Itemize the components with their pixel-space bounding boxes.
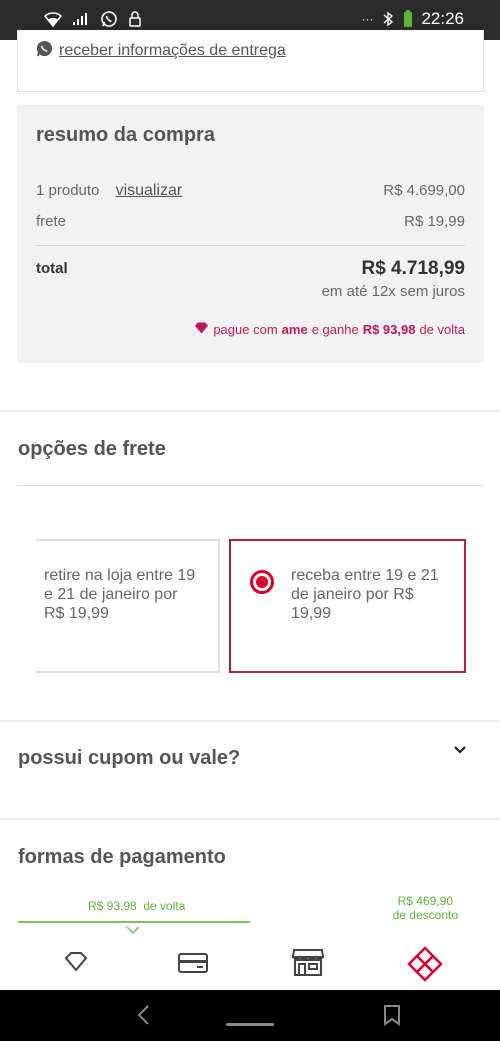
shipping-options-title: opções de frete	[18, 438, 166, 460]
coupon-title[interactable]: possui cupom ou vale?	[18, 747, 240, 770]
installments-text: em até 12x sem juros	[321, 283, 465, 300]
shipping-option-label: receba entre 19 e 21 de janeiro por R$ 1…	[291, 567, 439, 622]
more-indicator: ···	[361, 12, 374, 26]
bluetooth-icon	[381, 11, 395, 27]
recents-icon[interactable]	[383, 1004, 401, 1031]
shipping-value: R$ 19,99	[404, 213, 465, 230]
caret-down-icon	[126, 922, 140, 940]
selected-radio-icon[interactable]	[250, 570, 274, 594]
section-separator	[0, 410, 500, 412]
summary-title: resumo da compra	[36, 124, 215, 146]
cashback-suffix: de volta	[143, 899, 186, 913]
ame-amount: R$ 93,98	[362, 322, 416, 337]
whatsapp-delivery-link[interactable]: receber informações de entrega	[36, 40, 286, 62]
section-separator	[0, 720, 500, 722]
ame-suffix: de volta	[419, 322, 465, 337]
status-time: 22:26	[421, 9, 464, 28]
chevron-down-icon[interactable]	[453, 742, 467, 760]
wifi-icon	[44, 11, 62, 27]
total-value: R$ 4.718,99	[361, 258, 465, 279]
total-label: total	[36, 260, 68, 277]
products-row: 1 produto visualizar R$ 4.699,00	[36, 182, 465, 200]
lock-icon	[128, 11, 142, 27]
discount-label: R$ 469,90 de desconto	[393, 894, 458, 922]
view-products-link[interactable]: visualizar	[116, 182, 183, 199]
purchase-summary: resumo da compra 1 produto visualizar R$…	[17, 105, 484, 363]
shipping-option-label: retire na loja entre 19 e 21 de janeiro …	[44, 567, 196, 622]
summary-divider	[36, 245, 465, 246]
ame-cashback-promo: pague com ame e ganhe R$ 93,98 de volta	[194, 322, 465, 337]
ame-diamond-icon	[194, 322, 209, 337]
signal-icon	[72, 12, 90, 26]
home-icon[interactable]	[226, 1014, 274, 1032]
whatsapp-icon	[36, 40, 53, 62]
system-navigation-bar	[0, 990, 500, 1041]
products-label: 1 produto	[36, 182, 100, 199]
section-separator	[0, 818, 500, 820]
shipping-option-pickup[interactable]: retire na loja entre 19 e 21 de janeiro …	[36, 539, 220, 673]
back-icon[interactable]	[136, 1004, 150, 1031]
battery-icon	[403, 10, 413, 28]
store-icon[interactable]	[291, 948, 325, 981]
products-value: R$ 4.699,00	[383, 182, 465, 199]
discount-suffix: de desconto	[392, 908, 458, 922]
payment-tabs: R$ 93,98 de volta R$ 469,90 de desconto	[0, 890, 500, 990]
cashback-label: R$ 93,98 de volta	[88, 899, 185, 913]
shipping-title-divider	[17, 485, 484, 486]
ame-diamond-icon[interactable]	[64, 952, 88, 977]
shipping-option-delivery[interactable]: receba entre 19 e 21 de janeiro por R$ 1…	[229, 539, 466, 673]
cashback-amount: R$ 93,98	[88, 899, 137, 913]
credit-card-icon[interactable]	[178, 952, 208, 979]
shipping-label: frete	[36, 213, 67, 230]
discount-amount: R$ 469,90	[397, 894, 453, 908]
ame-middle: e ganhe	[311, 322, 359, 337]
whatsapp-notification-icon	[100, 10, 118, 28]
boleto-icon[interactable]	[407, 946, 443, 987]
ame-brand: ame	[281, 322, 308, 337]
shipping-row: frete R$ 19,99	[36, 213, 465, 230]
whatsapp-link-label[interactable]: receber informações de entrega	[59, 42, 286, 60]
payment-methods-title: formas de pagamento	[18, 846, 226, 868]
ame-prefix: pague com	[213, 322, 278, 337]
